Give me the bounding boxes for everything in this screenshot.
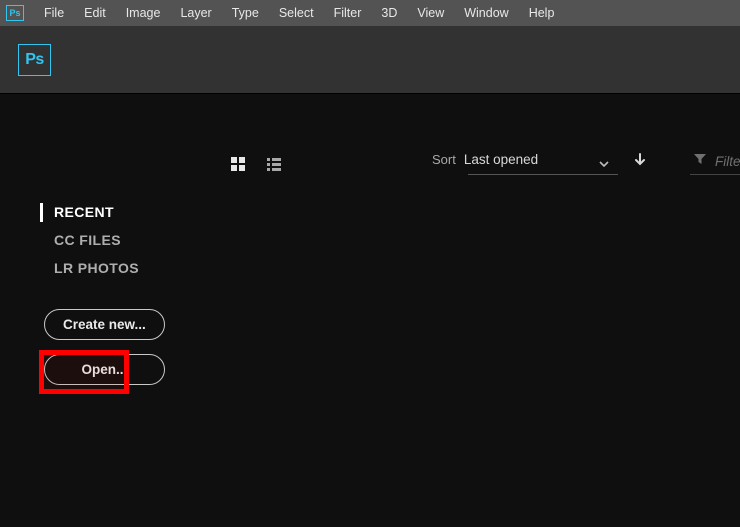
menu-image[interactable]: Image [116,6,171,20]
menu-help[interactable]: Help [519,6,565,20]
menu-file[interactable]: File [34,6,74,20]
funnel-icon [693,152,707,171]
view-toggle [230,156,282,172]
home-screen: Sort Last opened Filter RECENT CC FILES … [0,94,740,527]
menubar: Ps File Edit Image Layer Type Select Fil… [0,0,740,26]
sort-control[interactable]: Sort Last opened [432,152,598,167]
menu-window[interactable]: Window [454,6,518,20]
menu-layer[interactable]: Layer [170,6,221,20]
app-logo: Ps [18,44,51,76]
menu-view[interactable]: View [407,6,454,20]
chevron-down-icon[interactable] [598,157,610,175]
filter-underline [690,174,740,175]
create-new-button[interactable]: Create new... [44,309,165,340]
grid-view-icon[interactable] [230,156,246,172]
app-header: Ps [0,26,740,94]
menu-3d[interactable]: 3D [371,6,407,20]
list-view-icon[interactable] [266,156,282,172]
sort-direction-icon[interactable] [633,152,647,173]
app-icon-mini: Ps [6,5,24,21]
filter-control[interactable]: Filter [693,152,740,171]
sort-underline [468,174,618,175]
sidenav-recent[interactable]: RECENT [42,204,139,220]
menu-select[interactable]: Select [269,6,324,20]
home-toolbar [0,152,740,176]
home-actions: Create new... Open... [44,309,165,385]
menu-type[interactable]: Type [222,6,269,20]
sidenav-lr-photos[interactable]: LR PHOTOS [42,260,139,276]
sidenav-cc-files[interactable]: CC FILES [42,232,139,248]
menu-edit[interactable]: Edit [74,6,116,20]
menu-filter[interactable]: Filter [324,6,372,20]
open-button[interactable]: Open... [44,354,165,385]
sort-label: Sort [432,152,456,167]
sort-value: Last opened [464,152,598,167]
filter-label: Filter [715,154,740,169]
home-sidenav: RECENT CC FILES LR PHOTOS [42,204,139,276]
